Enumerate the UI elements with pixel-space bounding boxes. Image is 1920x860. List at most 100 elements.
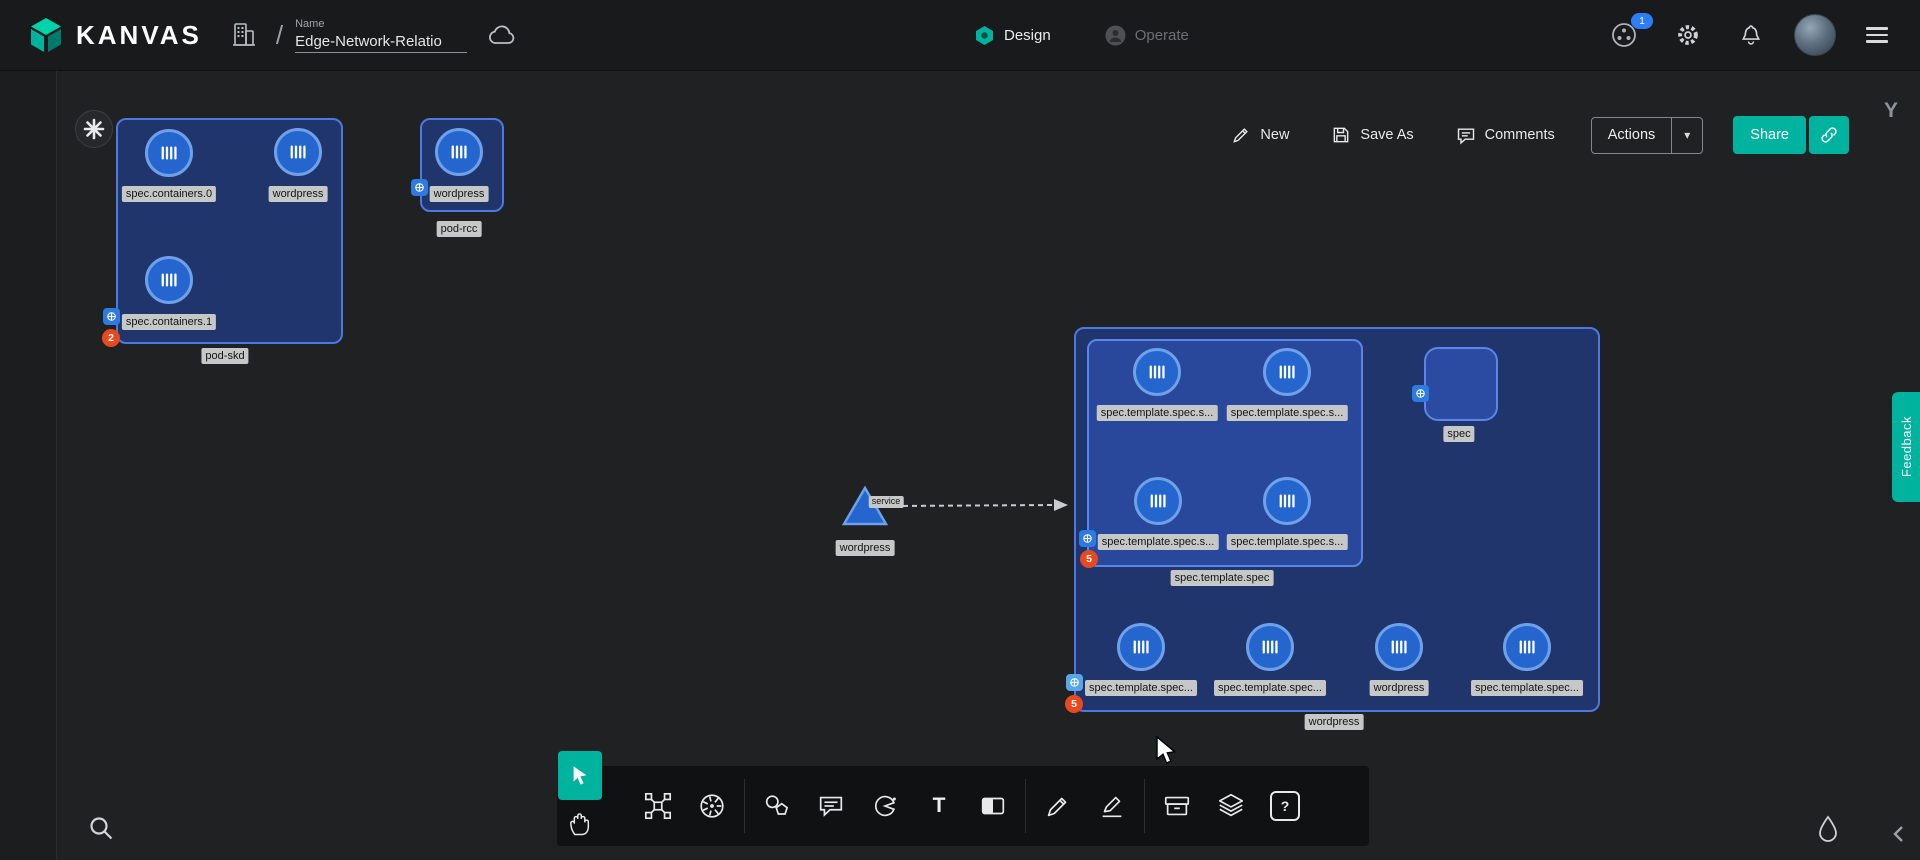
actions-label: Actions (1592, 118, 1672, 153)
header-right-icons: 1 (1604, 14, 1894, 56)
node-label: wordpress (430, 186, 489, 202)
node-label: spec.containers.0 (122, 186, 216, 202)
organization-icon[interactable] (228, 20, 258, 50)
relationship-tool[interactable] (631, 766, 685, 846)
kubernetes-resource-icon[interactable] (1412, 385, 1429, 402)
kubernetes-resource-icon[interactable] (1066, 674, 1083, 691)
help-icon: ? (1270, 791, 1300, 821)
copy-link-button[interactable] (1809, 116, 1849, 154)
bell-icon (1738, 21, 1764, 49)
tab-operate[interactable]: Operate (1099, 24, 1195, 47)
settings-button[interactable] (1668, 20, 1708, 50)
drawer-icon (1162, 791, 1192, 821)
pan-tool-button[interactable] (558, 802, 602, 846)
container-node[interactable] (1263, 348, 1311, 396)
new-button[interactable]: New (1225, 124, 1295, 146)
container-node[interactable] (1263, 477, 1311, 525)
container-node[interactable] (1246, 623, 1294, 671)
container-icon (1144, 359, 1170, 385)
shapes-tool[interactable] (750, 766, 804, 846)
mode-tabs: Design Operate (968, 0, 1195, 71)
drawer-tool[interactable] (1150, 766, 1204, 846)
droplet-icon (1815, 814, 1841, 842)
theme-ink-button[interactable] (1809, 813, 1847, 843)
container-node[interactable] (145, 129, 193, 177)
container-node[interactable] (1117, 623, 1165, 671)
container-node[interactable] (1134, 477, 1182, 525)
dock-divider (744, 779, 745, 833)
sticker-icon (870, 791, 900, 821)
dock-divider (1144, 779, 1145, 833)
magnifier-icon (87, 814, 115, 842)
dock-group-misc: ? (1150, 766, 1312, 846)
actions-button[interactable]: Actions ▾ (1591, 117, 1704, 154)
group-label: pod-skd (201, 348, 248, 364)
container-node[interactable] (435, 128, 483, 176)
container-icon (1514, 634, 1540, 660)
container-icon (1257, 634, 1283, 660)
node-label: spec.template.spec.s... (1097, 405, 1218, 421)
select-tool-button[interactable] (558, 751, 602, 800)
container-node[interactable] (1375, 623, 1423, 671)
save-as-button[interactable]: Save As (1325, 124, 1419, 146)
notifications-button[interactable] (1732, 20, 1770, 50)
user-avatar[interactable] (1794, 14, 1836, 56)
text-tool[interactable]: T (912, 766, 966, 846)
service-deployment-edge[interactable] (894, 505, 1054, 506)
design-name-input[interactable] (295, 31, 467, 53)
collapse-group-button[interactable] (75, 110, 113, 148)
cursor-icon (568, 763, 592, 789)
operate-icon (1105, 25, 1126, 46)
snowflake-icon (83, 118, 105, 140)
design-name-label: Name (295, 18, 467, 30)
container-node[interactable] (1503, 623, 1551, 671)
comment-tool[interactable] (804, 766, 858, 846)
issue-count-badge[interactable]: 5 (1065, 695, 1083, 713)
chevron-down-icon[interactable]: ▾ (1672, 118, 1702, 153)
node-label: spec (1443, 426, 1474, 442)
container-icon (1128, 634, 1154, 660)
kubernetes-resource-icon[interactable] (1079, 530, 1096, 547)
tool-dock: T (557, 766, 1369, 846)
collapse-panel-button[interactable] (1882, 821, 1916, 847)
frame-tool[interactable] (966, 766, 1020, 846)
pencil-draw-icon (1043, 791, 1073, 821)
kubernetes-resource-icon[interactable] (411, 179, 428, 196)
avatar-image (1794, 14, 1836, 56)
spec-node[interactable] (1424, 347, 1498, 421)
shapes-icon (762, 791, 792, 821)
group-spec-template-spec[interactable] (1087, 339, 1363, 567)
pen-tool[interactable] (1085, 766, 1139, 846)
group-label: spec.template.spec (1171, 570, 1274, 586)
frame-icon (978, 791, 1008, 821)
node-label: wordpress (1370, 680, 1429, 696)
sticker-tool[interactable] (858, 766, 912, 846)
tab-design[interactable]: Design (968, 24, 1057, 47)
comment-bubble-icon (816, 791, 846, 821)
issue-count-badge[interactable]: 5 (1080, 550, 1098, 568)
feedback-tab[interactable]: Feedback (1892, 392, 1920, 502)
container-node[interactable] (274, 128, 322, 176)
kubernetes-tool[interactable] (685, 766, 739, 846)
node-label: spec.template.spec... (1214, 680, 1326, 696)
pencil-tool[interactable] (1031, 766, 1085, 846)
container-node[interactable] (145, 256, 193, 304)
help-tool[interactable]: ? (1258, 766, 1312, 846)
kanvas-logo[interactable]: KANVAS (26, 15, 202, 55)
zoom-button[interactable] (81, 813, 121, 843)
share-button[interactable]: Share (1733, 116, 1806, 154)
kubernetes-resource-icon[interactable] (103, 308, 120, 325)
cloud-sync-icon[interactable] (487, 22, 517, 48)
container-node[interactable] (1133, 348, 1181, 396)
container-icon (156, 267, 182, 293)
issue-count-badge[interactable]: 2 (102, 329, 120, 347)
node-label: spec.template.spec.s... (1227, 534, 1348, 550)
layers-tool[interactable] (1204, 766, 1258, 846)
relationship-icon (643, 791, 673, 821)
node-label: wordpress (269, 186, 328, 202)
kanvas-app: KANVAS / Name (0, 0, 1920, 860)
save-icon (1331, 125, 1351, 145)
comments-button[interactable]: Comments (1450, 124, 1561, 146)
provider-button[interactable]: 1 (1604, 20, 1644, 50)
menu-button[interactable] (1860, 26, 1894, 43)
